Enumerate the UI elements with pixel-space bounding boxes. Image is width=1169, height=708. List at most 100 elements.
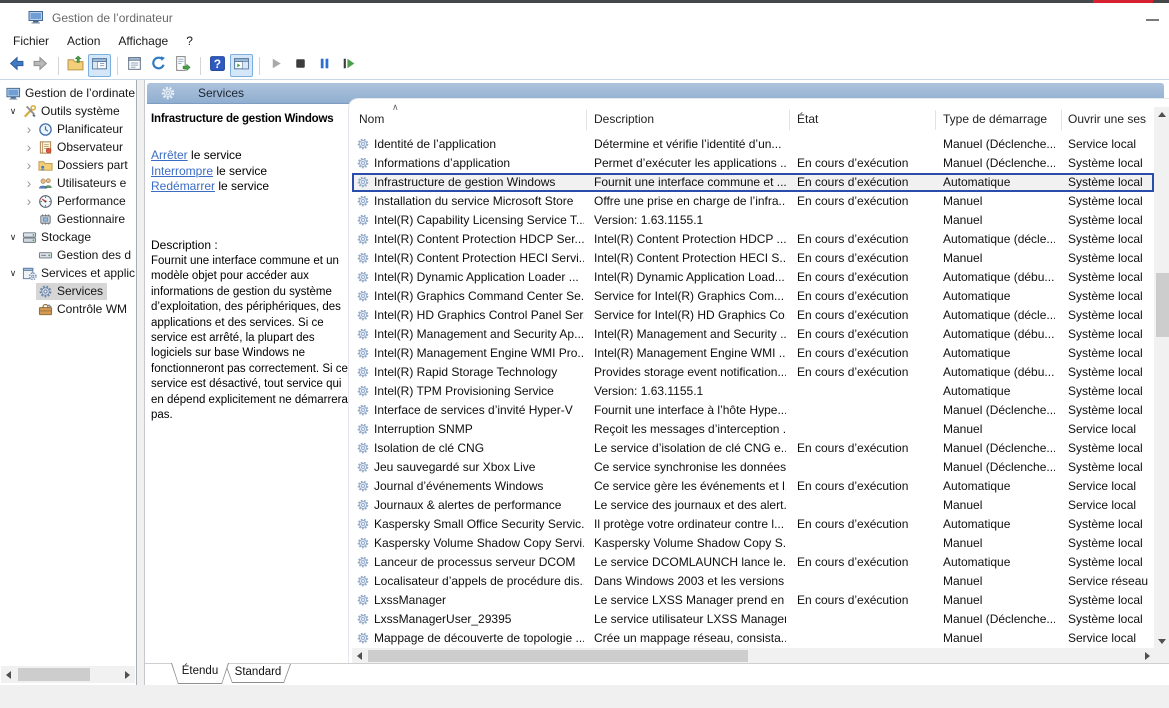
- service-row[interactable]: Intel(R) Dynamic Application Loader ...I…: [352, 268, 1154, 287]
- service-row[interactable]: Kaspersky Volume Shadow Copy Servi...Kas…: [352, 534, 1154, 553]
- export-list-button[interactable]: [171, 54, 194, 77]
- interrompre-service-link[interactable]: Interrompre: [151, 164, 213, 178]
- service-name: Intel(R) Management Engine WMI Pro...: [374, 346, 584, 360]
- tab-standard[interactable]: Standard: [225, 664, 291, 683]
- column-header-type-de-demarrage[interactable]: Type de démarrage: [943, 112, 1053, 126]
- service-name: Journaux & alertes de performance: [374, 498, 584, 512]
- tree-scrollbar-thumb[interactable]: [18, 668, 90, 681]
- scroll-up-icon[interactable]: [1154, 107, 1169, 121]
- tree-item-gestion-des-d[interactable]: Gestion des d: [22, 246, 135, 264]
- tree-item-performance[interactable]: ›Performance: [22, 192, 135, 210]
- tree-item-gestion-de-l-ordinate[interactable]: Gestion de l’ordinate: [4, 84, 135, 102]
- service-row[interactable]: Interruption SNMPReçoit les messages d’i…: [352, 420, 1154, 439]
- arreter-service-link[interactable]: Arrêter: [151, 148, 188, 162]
- list-horizontal-scrollbar[interactable]: [352, 648, 1154, 663]
- restart-service-button[interactable]: [337, 54, 360, 77]
- service-row[interactable]: Intel(R) HD Graphics Control Panel Ser..…: [352, 306, 1154, 325]
- back-button[interactable]: [5, 54, 28, 77]
- menu-action[interactable]: Action: [58, 32, 109, 50]
- expand-chevron-icon[interactable]: ›: [22, 178, 36, 188]
- service-row[interactable]: Journal d’événements WindowsCe service g…: [352, 477, 1154, 496]
- collapse-chevron-icon[interactable]: ∨: [6, 106, 20, 117]
- tree-item-dossiers-part[interactable]: ›Dossiers part: [22, 156, 135, 174]
- forward-button[interactable]: [29, 54, 52, 77]
- tree-item-services-et-applic[interactable]: ∨Services et applic: [6, 264, 135, 282]
- service-row[interactable]: Mappage de découverte de topologie ...Cr…: [352, 629, 1154, 648]
- tree-item-utilisateurs-e[interactable]: ›Utilisateurs e: [22, 174, 135, 192]
- column-separator[interactable]: [1061, 110, 1062, 130]
- service-row[interactable]: Informations d’applicationPermet d’exécu…: [352, 154, 1154, 173]
- column-header-ouvrir-une-ses[interactable]: Ouvrir une ses: [1068, 112, 1152, 126]
- show-console-tree-button[interactable]: [88, 54, 111, 77]
- tree-item-outils-systeme[interactable]: ∨Outils système: [6, 102, 135, 120]
- column-header-description[interactable]: Description: [594, 112, 790, 126]
- tree-item-services[interactable]: Services: [22, 282, 135, 300]
- tree-horizontal-scrollbar[interactable]: [1, 666, 135, 683]
- expand-chevron-icon[interactable]: ›: [22, 196, 36, 206]
- collapse-chevron-icon[interactable]: ∨: [6, 232, 20, 243]
- services-snapin-pane: Services Infrastructure de gestion Windo…: [144, 80, 1169, 685]
- service-row[interactable]: Kaspersky Small Office Security Servic..…: [352, 515, 1154, 534]
- service-row[interactable]: Intel(R) Rapid Storage TechnologyProvide…: [352, 363, 1154, 382]
- menu-help[interactable]: ?: [177, 32, 202, 50]
- service-row[interactable]: LxssManagerUser_29395Le service utilisat…: [352, 610, 1154, 629]
- pause-service-button[interactable]: [313, 54, 336, 77]
- refresh-button[interactable]: [147, 54, 170, 77]
- service-row[interactable]: Isolation de clé CNGLe service d’isolati…: [352, 439, 1154, 458]
- list-vertical-scrollbar[interactable]: [1154, 107, 1169, 648]
- stop-service-button[interactable]: [289, 54, 312, 77]
- tree-item-stockage[interactable]: ∨Stockage: [6, 228, 135, 246]
- service-row[interactable]: Installation du service Microsoft StoreO…: [352, 192, 1154, 211]
- column-header-etat[interactable]: État: [797, 112, 935, 126]
- service-row[interactable]: Intel(R) Capability Licensing Service T.…: [352, 211, 1154, 230]
- tree-item-gestionnaire[interactable]: Gestionnaire: [22, 210, 135, 228]
- vertical-scrollbar-thumb[interactable]: [1156, 273, 1169, 337]
- expand-chevron-icon[interactable]: ›: [22, 124, 36, 134]
- scroll-down-icon[interactable]: [1154, 634, 1169, 648]
- service-row[interactable]: Intel(R) TPM Provisioning ServiceVersion…: [352, 382, 1154, 401]
- column-separator[interactable]: [935, 110, 936, 130]
- service-logon-as: Système local: [1068, 308, 1152, 322]
- column-separator[interactable]: [586, 110, 587, 130]
- help-button[interactable]: ?: [206, 54, 229, 77]
- service-row[interactable]: Lanceur de processus serveur DCOMLe serv…: [352, 553, 1154, 572]
- up-folder-button[interactable]: [64, 54, 87, 77]
- tree-item-observateur[interactable]: ›Observateur: [22, 138, 135, 156]
- expand-chevron-icon[interactable]: ›: [22, 160, 36, 170]
- service-row[interactable]: Infrastructure de gestion WindowsFournit…: [352, 173, 1154, 192]
- service-gear-icon: [356, 498, 370, 512]
- service-row[interactable]: Interface de services d’invité Hyper-VFo…: [352, 401, 1154, 420]
- service-logon-as: Système local: [1068, 232, 1152, 246]
- service-startup-type: Automatique: [943, 555, 1055, 569]
- column-header-nom[interactable]: Nom: [359, 112, 559, 126]
- scroll-left-icon[interactable]: [352, 648, 366, 663]
- toolbar-separator: [259, 57, 260, 75]
- service-row[interactable]: Intel(R) Content Protection HECI Servi..…: [352, 249, 1154, 268]
- scroll-right-icon[interactable]: [120, 666, 135, 683]
- service-row[interactable]: Localisateur d’appels de procédure dis..…: [352, 572, 1154, 591]
- redemarrer-service-link[interactable]: Redémarrer: [151, 179, 215, 193]
- show-action-pane-button[interactable]: [230, 54, 253, 77]
- horizontal-scrollbar-thumb[interactable]: [368, 650, 748, 662]
- menu-affichage[interactable]: Affichage: [109, 32, 177, 50]
- menu-fichier[interactable]: Fichier: [4, 32, 58, 50]
- service-row[interactable]: Intel(R) Management Engine WMI Pro...Int…: [352, 344, 1154, 363]
- service-row[interactable]: Identité de l’applicationDétermine et vé…: [352, 135, 1154, 154]
- expand-chevron-icon[interactable]: ›: [22, 142, 36, 152]
- collapse-chevron-icon[interactable]: ∨: [6, 268, 20, 279]
- service-row[interactable]: Intel(R) Management and Security Ap...In…: [352, 325, 1154, 344]
- service-row[interactable]: LxssManagerLe service LXSS Manager prend…: [352, 591, 1154, 610]
- start-service-button[interactable]: [265, 54, 288, 77]
- service-row[interactable]: Intel(R) Graphics Command Center Se...Se…: [352, 287, 1154, 306]
- tree-item-controle-wm[interactable]: Contrôle WM: [22, 300, 135, 318]
- tab-etendu[interactable]: Étendu: [171, 663, 229, 684]
- scroll-right-icon[interactable]: [1140, 648, 1154, 663]
- service-row[interactable]: Journaux & alertes de performanceLe serv…: [352, 496, 1154, 515]
- properties-button[interactable]: [123, 54, 146, 77]
- service-row[interactable]: Intel(R) Content Protection HDCP Ser...I…: [352, 230, 1154, 249]
- minimize-button[interactable]: [1146, 19, 1159, 21]
- scroll-left-icon[interactable]: [1, 666, 16, 683]
- tree-item-planificateur[interactable]: ›Planificateur: [22, 120, 135, 138]
- column-separator[interactable]: [789, 110, 790, 130]
- service-row[interactable]: Jeu sauvegardé sur Xbox LiveCe service s…: [352, 458, 1154, 477]
